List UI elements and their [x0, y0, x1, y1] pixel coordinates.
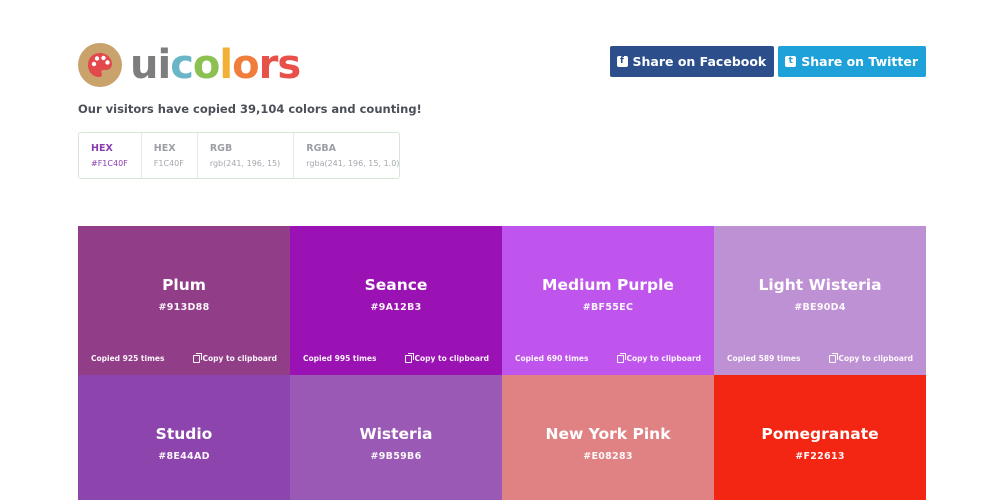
copy-to-clipboard-button[interactable]: Copy to clipboard — [616, 352, 701, 363]
logo-wordmark: uicolors — [130, 42, 301, 88]
color-card-footer: Copied 995 times Copy to clipboard — [303, 352, 489, 363]
logo-letter: l — [219, 42, 233, 88]
color-card-footer: Copied 690 times Copy to clipboard — [515, 352, 701, 363]
format-option-rgb[interactable]: RGB rgb(241, 196, 15) — [198, 133, 295, 178]
copy-count: Copied 925 times — [91, 354, 165, 363]
color-card[interactable]: Pomegranate #F22613 — [714, 375, 926, 500]
copy-to-clipboard-button[interactable]: Copy to clipboard — [192, 352, 277, 363]
color-hex: #E08283 — [583, 451, 633, 462]
logo-letter: i — [157, 42, 171, 88]
color-card[interactable]: Medium Purple #BF55EC Copied 690 times Copy… — [502, 226, 714, 375]
color-card-footer: Copied 589 times Copy to clipboard — [727, 352, 913, 363]
format-option-value: #F1C40F — [91, 159, 128, 168]
color-name: Studio — [155, 425, 213, 443]
color-card[interactable]: Wisteria #9B59B6 — [290, 375, 502, 500]
format-option-name: HEX — [153, 143, 176, 154]
copy-to-clipboard-label: Copy to clipboard — [202, 354, 277, 363]
color-card[interactable]: New York Pink #E08283 — [502, 375, 714, 500]
share-facebook-button[interactable]: f Share on Facebook — [609, 46, 775, 77]
color-hex: #8E44AD — [158, 451, 210, 462]
color-card[interactable]: Light Wisteria #BE90D4 Copied 589 times Cop… — [714, 226, 926, 375]
clipboard-icon — [192, 352, 202, 363]
format-option-name: HEX — [91, 143, 113, 154]
format-option-rgba[interactable]: RGBA rgba(241, 196, 15, 1.0) — [294, 133, 412, 178]
color-name: Pomegranate — [761, 425, 879, 443]
color-name: Medium Purple — [542, 276, 674, 294]
color-name: Seance — [364, 276, 428, 294]
copy-to-clipboard-label: Copy to clipboard — [838, 354, 913, 363]
copy-count: Copied 690 times — [515, 354, 589, 363]
format-option-name: RGB — [209, 143, 233, 154]
format-option-value: rgba(241, 196, 15, 1.0) — [306, 159, 400, 168]
color-hex: #F22613 — [795, 451, 845, 462]
copy-to-clipboard-button[interactable]: Copy to clipboard — [404, 352, 489, 363]
color-name: Plum — [162, 276, 206, 294]
copy-to-clipboard-label: Copy to clipboard — [626, 354, 701, 363]
logo-letter: o — [232, 42, 260, 88]
copy-counter-text: Our visitors have copied 39,104 colors a… — [78, 102, 422, 116]
palette-icon — [78, 43, 122, 87]
logo-letter: s — [277, 42, 301, 88]
format-option-name: RGBA — [306, 143, 336, 154]
color-hex: #9B59B6 — [370, 451, 422, 462]
color-card[interactable]: Plum #913D88 Copied 925 times Copy to clipb… — [78, 226, 290, 375]
copy-to-clipboard-label: Copy to clipboard — [414, 354, 489, 363]
format-option-hex[interactable]: HEX F1C40F — [142, 133, 198, 178]
color-card[interactable]: Studio #8E44AD — [78, 375, 290, 500]
color-hex: #BF55EC — [582, 302, 634, 313]
format-option-value: F1C40F — [153, 159, 184, 168]
copy-count: Copied 995 times — [303, 354, 377, 363]
format-picker: HEX #F1C40F HEX F1C40F RGB rgb(241, 196, 15) R… — [78, 132, 400, 179]
logo-letter: c — [170, 42, 194, 88]
color-hex: #913D88 — [158, 302, 210, 313]
color-name: Wisteria — [359, 425, 433, 443]
share-twitter-button[interactable]: t Share on Twitter — [778, 46, 926, 77]
share-twitter-label: Share on Twitter — [801, 54, 918, 69]
share-bar: f Share on Facebook t Share on Twitter — [609, 46, 926, 77]
share-facebook-label: Share on Facebook — [632, 54, 767, 69]
format-option-hex[interactable]: HEX #F1C40F — [79, 133, 142, 178]
copy-to-clipboard-button[interactable]: Copy to clipboard — [828, 352, 913, 363]
clipboard-icon — [404, 352, 414, 363]
twitter-icon: t — [785, 56, 797, 67]
site-logo[interactable]: uicolors — [78, 42, 301, 88]
color-hex: #9A12B3 — [370, 302, 422, 313]
color-grid: Plum #913D88 Copied 925 times Copy to clipb… — [78, 226, 926, 500]
color-name: New York Pink — [545, 425, 671, 443]
clipboard-icon — [828, 352, 838, 363]
color-hex: #BE90D4 — [794, 302, 846, 313]
color-card[interactable]: Seance #9A12B3 Copied 995 times Copy to cli… — [290, 226, 502, 375]
logo-letter: u — [130, 42, 159, 88]
color-name: Light Wisteria — [758, 276, 882, 294]
clipboard-icon — [616, 352, 626, 363]
logo-letter: r — [258, 42, 279, 88]
facebook-icon: f — [616, 56, 628, 67]
copy-count: Copied 589 times — [727, 354, 801, 363]
color-card-footer: Copied 925 times Copy to clipboard — [91, 352, 277, 363]
logo-letter: o — [192, 42, 221, 88]
format-option-value: rgb(241, 196, 15) — [209, 159, 281, 168]
app-root: uicolors f Share on Facebook t Share on … — [0, 0, 1000, 500]
